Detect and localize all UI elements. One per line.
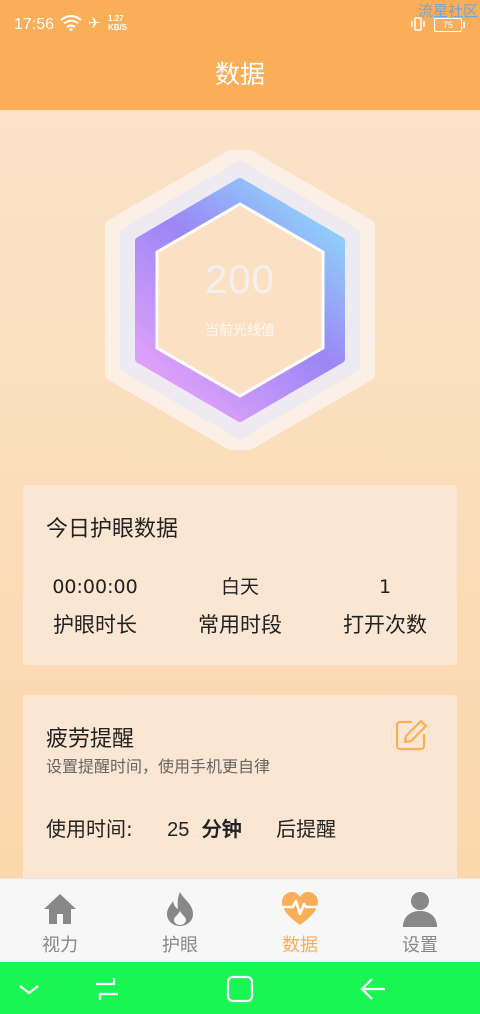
recent-apps-icon[interactable] [92, 974, 122, 1004]
stat-value: 白天 [220, 576, 259, 598]
light-value: 200 [205, 258, 275, 302]
home-icon [40, 889, 80, 929]
status-time: 17:56 [14, 16, 55, 33]
stat-value: 1 [378, 576, 392, 598]
airplane-icon: ✈ [88, 14, 101, 32]
card-title: 今日护眼数据 [46, 517, 179, 542]
vibrate-icon [410, 16, 426, 36]
status-bar: 17:56 ✈ 1.27 KB/S 流星社区 75 [0, 0, 480, 50]
usage-value[interactable]: 25 [167, 819, 189, 842]
fatigue-reminder-card: 疲劳提醒 设置提醒时间，使用手机更自律 使用时间: 25 分钟 后提醒 [23, 695, 457, 885]
card-title: 疲劳提醒 [46, 727, 135, 752]
heart-pulse-icon [280, 889, 320, 929]
wifi-icon [60, 15, 82, 35]
chevron-down-icon[interactable] [14, 974, 44, 1004]
stat-label: 打开次数 [343, 613, 427, 637]
nav-item-eye-care[interactable]: 护眼 [120, 889, 240, 957]
net-speed: 1.27 KB/S [108, 14, 128, 32]
stat-label: 常用时段 [198, 613, 282, 637]
card-subtitle: 设置提醒时间，使用手机更自律 [46, 757, 271, 776]
edit-icon[interactable] [393, 717, 429, 753]
stat-open-count: 1 打开次数 [313, 573, 457, 639]
flame-icon [160, 889, 200, 929]
stat-label: 护眼时长 [53, 613, 137, 637]
bottom-nav: 视力 护眼 数据 设置 [0, 878, 480, 963]
nav-label: 数据 [282, 935, 318, 956]
page-title: 数据 [214, 60, 265, 89]
nav-item-vision[interactable]: 视力 [0, 889, 120, 957]
usage-unit: 分钟 [201, 817, 242, 841]
today-eye-data-card: 今日护眼数据 00:00:00 护眼时长 白天 常用时段 1 打开次数 [23, 485, 457, 665]
nav-label: 视力 [42, 935, 78, 956]
user-icon [400, 889, 440, 929]
light-label: 当前光线值 [205, 323, 275, 339]
stat-value: 00:00:00 [52, 576, 138, 598]
battery-icon: 75 [434, 18, 465, 32]
nav-label: 设置 [402, 935, 438, 956]
nav-item-settings[interactable]: 设置 [360, 889, 480, 957]
stat-eye-duration: 00:00:00 护眼时长 [23, 573, 167, 639]
usage-time-row: 使用时间: 25 分钟 后提醒 [46, 813, 336, 842]
nav-label: 护眼 [162, 935, 198, 956]
nav-item-data[interactable]: 数据 [240, 889, 360, 957]
system-nav-bar [0, 962, 480, 1014]
stat-common-period: 白天 常用时段 [168, 573, 312, 639]
home-button-icon[interactable] [225, 974, 255, 1004]
usage-suffix: 后提醒 [276, 817, 337, 841]
usage-label: 使用时间: [46, 817, 133, 841]
back-icon[interactable] [358, 974, 388, 1004]
